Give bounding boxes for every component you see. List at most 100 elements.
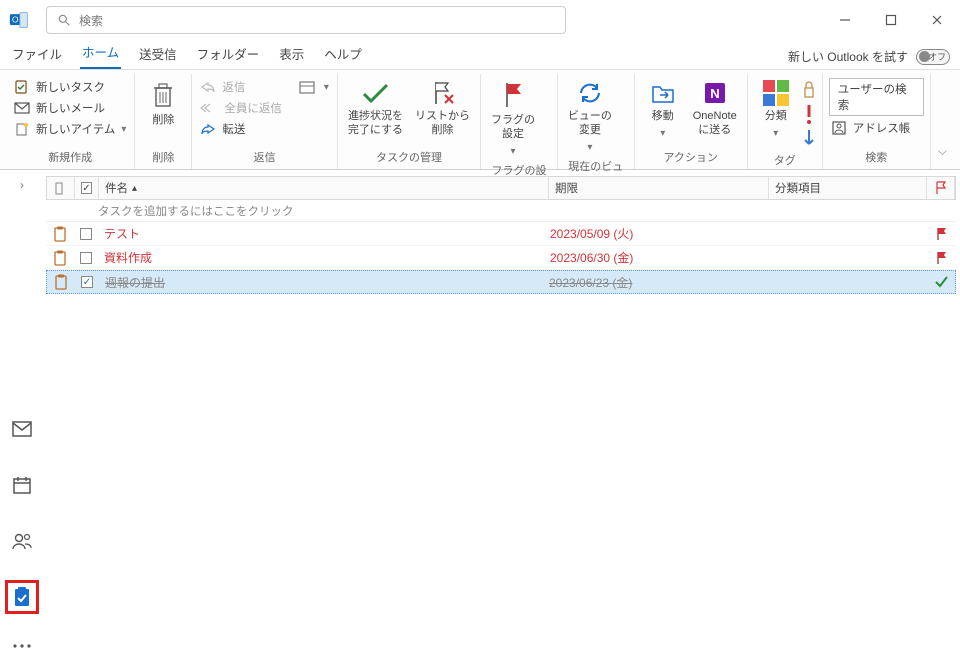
ribbon-group-search: ユーザーの検索 アドレス帳 検索 bbox=[823, 74, 931, 169]
outlook-app-icon: O bbox=[0, 10, 38, 30]
envelope-icon bbox=[12, 421, 32, 437]
remove-from-list-button[interactable]: リストから 削除 bbox=[411, 78, 474, 140]
envelope-icon bbox=[14, 102, 30, 114]
title-bar: O 検索 bbox=[0, 0, 960, 40]
calendar-icon bbox=[12, 475, 32, 495]
group-label-tags: タグ bbox=[754, 150, 816, 172]
flag-settings-button[interactable]: フラグの 設定▾ bbox=[487, 78, 539, 160]
ribbon-group-respond: 返信 全員に返信 転送 ▾ 返信 bbox=[192, 74, 338, 169]
menu-view[interactable]: 表示 bbox=[277, 40, 306, 69]
menu-help[interactable]: ヘルプ bbox=[322, 40, 364, 69]
task-row[interactable]: テスト2023/05/09 (火) bbox=[46, 222, 956, 246]
column-category[interactable]: 分類項目 bbox=[769, 177, 927, 199]
task-subject: 資料作成 bbox=[104, 251, 152, 265]
reply-all-button[interactable]: 全員に返信 bbox=[198, 99, 284, 117]
mail-module-button[interactable] bbox=[5, 412, 39, 446]
column-complete[interactable]: ✓ bbox=[75, 177, 99, 199]
forward-button[interactable]: 転送 bbox=[198, 120, 284, 138]
priority-low-icon[interactable] bbox=[802, 128, 816, 150]
address-book-button[interactable]: アドレス帳 bbox=[829, 119, 924, 137]
task-row[interactable]: 資料作成 2023/06/30 (金) bbox=[46, 246, 956, 270]
menu-folder[interactable]: フォルダー bbox=[195, 40, 262, 69]
address-book-icon bbox=[831, 121, 847, 135]
flag-icon[interactable] bbox=[936, 251, 948, 265]
task-row[interactable]: 週報の提出2023/06/23 (金) bbox=[46, 270, 956, 294]
group-label-search: 検索 bbox=[829, 147, 924, 169]
sort-asc-icon: ▴ bbox=[132, 183, 137, 194]
content-area: › ✓ 件名 ▴ 期限 分類項目 タスクを追加するにはここをクリック テスト20… bbox=[0, 170, 960, 668]
check-icon bbox=[360, 80, 390, 106]
forward-icon bbox=[200, 123, 216, 135]
calendar-module-button[interactable] bbox=[5, 468, 39, 502]
column-due[interactable]: 期限 bbox=[549, 177, 769, 199]
more-modules-button[interactable] bbox=[5, 636, 39, 656]
sparkle-icon bbox=[14, 122, 30, 136]
task-list-header: ✓ 件名 ▴ 期限 分類項目 bbox=[46, 176, 956, 200]
ribbon-group-actions: 移動▾ N OneNote に送る アクション bbox=[635, 74, 748, 169]
group-label-new: 新規作成 bbox=[12, 147, 128, 169]
reply-icon bbox=[200, 81, 216, 93]
try-new-label: 新しい Outlook を試す bbox=[788, 48, 908, 65]
delete-button[interactable]: 削除 bbox=[141, 78, 185, 130]
ribbon-collapse-button[interactable]: ⌵ bbox=[931, 74, 954, 169]
flag-icon[interactable] bbox=[936, 227, 948, 241]
ribbon-group-tags: 分類▾ タグ bbox=[748, 74, 823, 169]
new-mail-button[interactable]: 新しいメール bbox=[12, 99, 128, 117]
task-due: 2023/05/09 (火) bbox=[550, 227, 633, 241]
folder-pane-toggle[interactable]: › bbox=[20, 178, 24, 192]
window-controls bbox=[822, 0, 960, 40]
task-subject: 週報の提出 bbox=[105, 276, 165, 290]
mark-complete-button[interactable]: 進捗状況を 完了にする bbox=[344, 78, 407, 140]
task-checkbox[interactable] bbox=[81, 276, 93, 288]
ribbon-group-manage: 進捗状況を 完了にする リストから 削除 タスクの管理 bbox=[338, 74, 481, 169]
navigation-rail: › bbox=[0, 170, 44, 668]
try-new-toggle[interactable]: オフ bbox=[916, 49, 950, 65]
task-list-pane: ✓ 件名 ▴ 期限 分類項目 タスクを追加するにはここをクリック テスト2023… bbox=[44, 170, 960, 668]
search-input[interactable]: 検索 bbox=[46, 6, 566, 34]
move-folder-icon bbox=[650, 80, 676, 106]
category-squares-icon bbox=[763, 80, 789, 106]
menu-file[interactable]: ファイル bbox=[10, 40, 64, 69]
maximize-button[interactable] bbox=[868, 0, 914, 40]
column-flag[interactable] bbox=[927, 177, 955, 199]
move-button[interactable]: 移動▾ bbox=[641, 78, 685, 142]
menu-send-receive[interactable]: 送受信 bbox=[137, 40, 179, 69]
priority-high-icon[interactable] bbox=[802, 103, 816, 125]
categorize-button[interactable]: 分類▾ bbox=[754, 78, 798, 142]
menu-home[interactable]: ホーム bbox=[80, 38, 121, 69]
onenote-button[interactable]: N OneNote に送る bbox=[689, 78, 741, 140]
people-module-button[interactable] bbox=[5, 524, 39, 558]
new-task-button[interactable]: 新しいタスク bbox=[12, 78, 128, 96]
minimize-button[interactable] bbox=[822, 0, 868, 40]
change-view-button[interactable]: ビューの 変更▾ bbox=[564, 78, 616, 156]
lock-icon[interactable] bbox=[802, 78, 816, 100]
task-due: 2023/06/30 (金) bbox=[550, 251, 633, 265]
refresh-icon bbox=[575, 80, 605, 106]
search-placeholder: 検索 bbox=[79, 12, 103, 29]
clipboard-icon bbox=[54, 274, 68, 290]
new-items-button[interactable]: 新しいアイテム ▾ bbox=[12, 120, 128, 138]
task-checkbox[interactable] bbox=[80, 228, 92, 240]
column-subject[interactable]: 件名 ▴ bbox=[99, 177, 549, 199]
group-label-respond: 返信 bbox=[198, 147, 331, 169]
group-label-manage: タスクの管理 bbox=[344, 147, 474, 169]
search-user-input[interactable]: ユーザーの検索 bbox=[829, 78, 924, 116]
check-icon bbox=[934, 275, 948, 289]
flag-outline-icon bbox=[935, 181, 947, 195]
tasks-module-button[interactable] bbox=[5, 580, 39, 614]
trash-icon bbox=[150, 80, 176, 110]
search-icon bbox=[57, 13, 71, 27]
column-attachment[interactable] bbox=[47, 177, 75, 199]
meeting-icon bbox=[298, 79, 318, 95]
ribbon-group-flags: フラグの 設定▾ フラグの設定 bbox=[481, 74, 558, 169]
respond-more-button[interactable]: ▾ bbox=[296, 78, 331, 96]
close-button[interactable] bbox=[914, 0, 960, 40]
clipboard-check-icon bbox=[12, 586, 32, 608]
clipboard-check-icon bbox=[14, 80, 30, 94]
add-task-row[interactable]: タスクを追加するにはここをクリック bbox=[46, 200, 956, 222]
reply-button[interactable]: 返信 bbox=[198, 78, 284, 96]
menu-bar: ファイル ホーム 送受信 フォルダー 表示 ヘルプ 新しい Outlook を試… bbox=[0, 40, 960, 70]
svg-text:O: O bbox=[12, 15, 19, 25]
task-checkbox[interactable] bbox=[80, 252, 92, 264]
people-icon bbox=[11, 532, 33, 550]
